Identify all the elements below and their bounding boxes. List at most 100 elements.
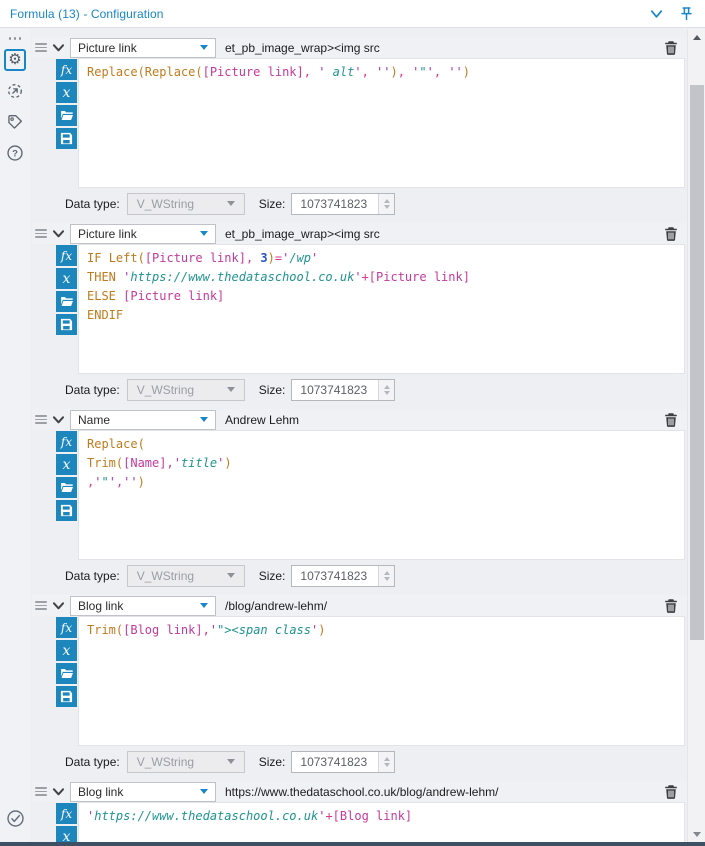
configuration-titlebar: Formula (13) - Configuration <box>0 0 705 28</box>
data-type-select[interactable]: V_WString <box>126 192 245 215</box>
delete-expression-button[interactable] <box>664 784 678 800</box>
size-input[interactable]: 1073741823 <box>291 192 396 215</box>
collapse-expression-chevron-icon[interactable] <box>52 601 65 611</box>
formula-code-editor[interactable]: Replace(Trim([Name],'title') ,'"','') <box>78 430 685 560</box>
fx-icon: fx <box>60 434 73 449</box>
formula-code-editor[interactable]: IF Left([Picture link], 3)='/wp' THEN 'ht… <box>78 244 685 374</box>
configuration-tab-button[interactable]: ⚙ <box>4 48 26 71</box>
delete-expression-button[interactable] <box>664 412 678 428</box>
open-expression-button[interactable] <box>56 291 77 312</box>
collapse-panel-chevron-icon[interactable] <box>647 5 665 23</box>
variables-button[interactable]: x <box>56 454 77 475</box>
data-type-select[interactable]: V_WString <box>126 378 245 401</box>
fx-icon: fx <box>60 806 73 821</box>
help-tab-button[interactable]: ? <box>4 142 26 164</box>
formula-configuration-panel: Formula (13) - Configuration ⚙ ? Picture… <box>0 0 705 846</box>
code-line: Replace(Replace([Picture link], ' alt', … <box>87 65 471 79</box>
code-line: THEN 'https://www.thedataschool.co.uk'+[… <box>87 270 470 284</box>
expression-header: Blog link /blog/andrew-lehm/ <box>32 595 687 616</box>
drag-handle-icon[interactable] <box>35 415 47 424</box>
drag-handle-icon[interactable] <box>35 787 47 796</box>
size-input[interactable]: 1073741823 <box>291 378 396 401</box>
save-expression-button[interactable] <box>56 314 77 335</box>
data-type-select[interactable]: V_WString <box>126 564 245 587</box>
expression-editor: fx x 'https://www.thedataschool.co.uk'+[… <box>32 802 687 842</box>
size-spinner[interactable] <box>378 751 395 772</box>
output-column-select[interactable]: Picture link <box>70 37 216 58</box>
size-input[interactable]: 1073741823 <box>291 564 396 587</box>
functions-button[interactable]: fx <box>56 617 77 638</box>
code-line: ,'"','') <box>87 475 145 489</box>
dropdown-arrow-icon <box>200 417 208 422</box>
save-floppy-icon <box>60 690 73 703</box>
functions-button[interactable]: fx <box>56 803 77 824</box>
scroll-down-arrow-icon[interactable] <box>688 826 705 842</box>
formula-expression-block: Blog link https://www.thedataschool.co.u… <box>32 781 687 842</box>
drag-handle-icon[interactable] <box>35 43 47 52</box>
panel-bottom-edge <box>0 842 705 846</box>
data-type-select[interactable]: V_WString <box>126 750 245 773</box>
tag-icon <box>8 114 22 129</box>
code-line: ELSE [Picture link] <box>87 289 225 303</box>
variables-button[interactable]: x <box>56 826 77 842</box>
output-column-select[interactable]: Picture link <box>70 223 216 244</box>
output-column-select[interactable]: Blog link <box>70 781 216 802</box>
question-icon: ? <box>7 144 23 161</box>
open-expression-button[interactable] <box>56 663 77 684</box>
output-column-select[interactable]: Name <box>70 409 216 430</box>
collapse-expression-chevron-icon[interactable] <box>52 43 65 53</box>
collapse-expression-chevron-icon[interactable] <box>52 787 65 797</box>
trash-icon <box>665 784 677 799</box>
pin-panel-icon[interactable] <box>677 5 695 23</box>
vertical-scrollbar[interactable] <box>687 29 705 842</box>
size-value: 1073741823 <box>300 382 368 397</box>
expression-editor: fx x Trim([Blog link],'"><span class') <box>32 616 687 746</box>
variables-button[interactable]: x <box>56 268 77 289</box>
delete-expression-button[interactable] <box>664 598 678 614</box>
more-options-icon[interactable] <box>0 37 30 40</box>
performance-tab-button[interactable] <box>4 80 26 102</box>
collapse-expression-chevron-icon[interactable] <box>52 229 65 239</box>
open-expression-button[interactable] <box>56 105 77 126</box>
formula-code-editor[interactable]: 'https://www.thedataschool.co.uk'+[Blog … <box>78 802 685 842</box>
functions-button[interactable]: fx <box>56 431 77 452</box>
scrollbar-thumb[interactable] <box>690 85 704 640</box>
scroll-up-arrow-icon[interactable] <box>688 29 705 45</box>
expression-result-preview: et_pb_image_wrap><img src <box>225 40 380 55</box>
delete-expression-button[interactable] <box>664 40 678 56</box>
delete-expression-button[interactable] <box>664 226 678 242</box>
size-value: 1073741823 <box>300 196 368 211</box>
formula-code-editor[interactable]: Replace(Replace([Picture link], ' alt', … <box>78 58 685 188</box>
trash-icon <box>665 412 677 427</box>
drag-handle-icon[interactable] <box>35 601 47 610</box>
formula-code-editor[interactable]: Trim([Blog link],'"><span class') <box>78 616 685 746</box>
collapse-expression-chevron-icon[interactable] <box>52 415 65 425</box>
open-folder-icon <box>60 482 73 493</box>
drag-handle-icon[interactable] <box>35 229 47 238</box>
editor-toolbar: fx x <box>56 244 78 374</box>
functions-button[interactable]: fx <box>56 59 77 80</box>
fx-icon: fx <box>60 620 73 635</box>
expression-list: Picture link et_pb_image_wrap><img src f… <box>30 29 687 842</box>
code-line: Replace( <box>87 437 145 451</box>
output-column-name: Name <box>78 412 111 427</box>
save-expression-button[interactable] <box>56 128 77 149</box>
spinner-down-icon <box>383 762 390 767</box>
formula-expression-block: Blog link /blog/andrew-lehm/ fx x Trim([… <box>32 595 687 777</box>
size-spinner[interactable] <box>378 565 395 586</box>
variables-button[interactable]: x <box>56 640 77 661</box>
save-expression-button[interactable] <box>56 686 77 707</box>
variables-button[interactable]: x <box>56 82 77 103</box>
expression-result-preview: et_pb_image_wrap><img src <box>225 226 380 241</box>
save-expression-button[interactable] <box>56 500 77 521</box>
functions-button[interactable]: fx <box>56 245 77 266</box>
page-title: Formula (13) - Configuration <box>10 6 164 21</box>
size-value: 1073741823 <box>300 568 368 583</box>
circular-arrow-icon <box>8 83 22 98</box>
annotation-tab-button[interactable] <box>4 111 26 133</box>
size-spinner[interactable] <box>378 193 395 214</box>
open-expression-button[interactable] <box>56 477 77 498</box>
size-input[interactable]: 1073741823 <box>291 750 396 773</box>
output-column-select[interactable]: Blog link <box>70 595 216 616</box>
size-spinner[interactable] <box>378 379 395 400</box>
